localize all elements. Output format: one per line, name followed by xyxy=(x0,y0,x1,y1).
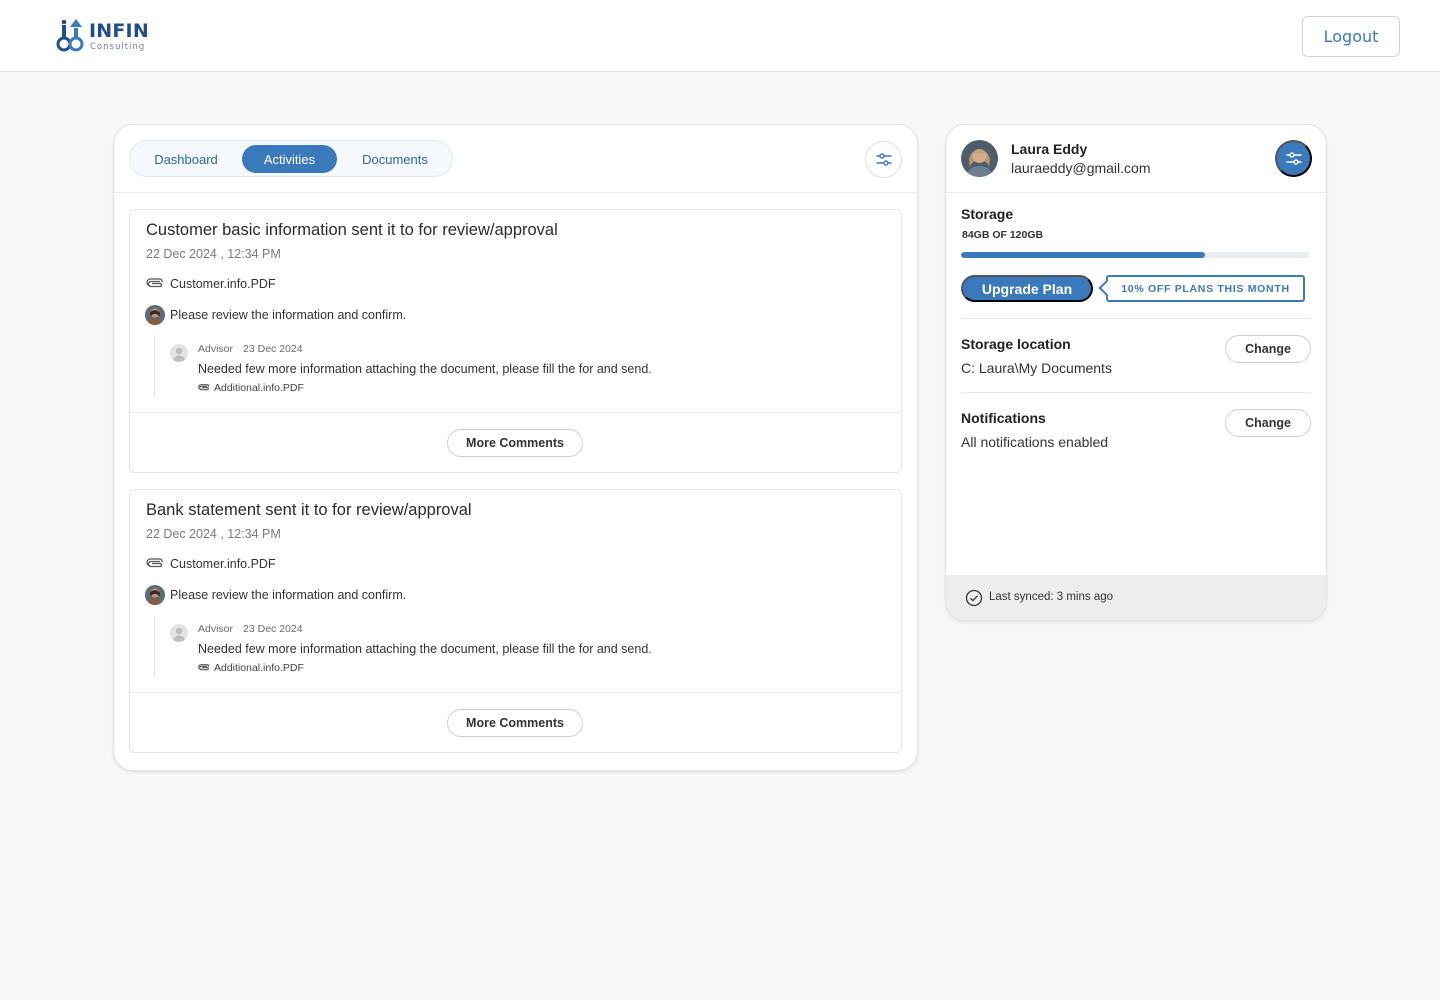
activity-message: Please review the information and confir… xyxy=(145,305,406,325)
divider xyxy=(961,392,1311,393)
reply-author: Advisor xyxy=(198,623,234,635)
logout-button[interactable]: Logout xyxy=(1302,16,1400,57)
tab-activities[interactable]: Activities xyxy=(242,145,337,173)
storage-progress-bar xyxy=(961,252,1309,258)
top-bar: INFIN Consulting Logout xyxy=(0,0,1440,72)
attachment-name: Customer.info.PDF xyxy=(170,557,276,571)
tab-dashboard[interactable]: Dashboard xyxy=(136,145,236,173)
notifications-title: Notifications xyxy=(961,410,1046,426)
reply-attachment-link[interactable]: Additional.info.PDF xyxy=(198,662,304,674)
change-storage-location-button[interactable]: Change xyxy=(1225,335,1311,363)
brand-logo[interactable]: INFIN Consulting xyxy=(55,19,155,55)
reply-comment: Advisor 23 Dec 2024 Needed few more infor… xyxy=(154,616,854,676)
notifications-value: All notifications enabled xyxy=(961,434,1109,450)
user-avatar xyxy=(145,305,165,325)
paperclip-icon xyxy=(146,558,163,568)
reply-attachment-link[interactable]: Additional.info.PDF xyxy=(198,382,304,394)
attachment-link[interactable]: Customer.info.PDF xyxy=(146,276,276,292)
reply-text: Needed few more information attaching th… xyxy=(198,642,652,656)
activity-footer: More Comments xyxy=(130,692,901,752)
storage-location-value: C: Laura\My Documents xyxy=(961,360,1112,376)
activity-message: Please review the information and confir… xyxy=(145,585,406,605)
last-synced-text: Last synced: 3 mins ago xyxy=(989,591,1114,603)
tab-documents[interactable]: Documents xyxy=(344,145,446,173)
reply-date: 23 Dec 2024 xyxy=(243,623,303,635)
reply-author: Advisor xyxy=(198,343,234,355)
upgrade-plan-button[interactable]: Upgrade Plan xyxy=(961,275,1093,302)
reply-text: Needed few more information attaching th… xyxy=(198,362,652,376)
storage-amount: 84GB OF 120GB xyxy=(962,229,1044,241)
activity-footer: More Comments xyxy=(130,412,901,472)
activity-date: 22 Dec 2024 , 12:34 PM xyxy=(146,527,281,541)
brand-name: INFIN xyxy=(89,20,149,42)
user-email: lauraeddy@gmail.com xyxy=(1011,160,1151,176)
paperclip-icon xyxy=(198,664,210,671)
paperclip-icon xyxy=(198,384,210,391)
advisor-avatar-icon xyxy=(170,624,188,642)
sliders-icon xyxy=(875,152,892,166)
promo-badge: 10% OFF PLANS THIS MONTH xyxy=(1106,275,1305,302)
activities-panel: Dashboard Activities Documents Customer … xyxy=(113,124,918,771)
reply-attachment-name: Additional.info.PDF xyxy=(214,382,304,394)
activity-title: Customer basic information sent it to fo… xyxy=(146,221,558,239)
tabs-header: Dashboard Activities Documents xyxy=(114,125,917,193)
storage-progress-fill xyxy=(961,252,1205,258)
sync-footer: Last synced: 3 mins ago xyxy=(946,575,1326,620)
change-notifications-button[interactable]: Change xyxy=(1225,409,1311,437)
activity-card: Bank statement sent it to for review/app… xyxy=(129,489,902,753)
check-circle-icon xyxy=(965,589,983,607)
filter-button[interactable] xyxy=(865,141,902,178)
profile-header: Laura Eddy lauraeddy@gmail.com xyxy=(946,125,1326,193)
profile-panel: Laura Eddy lauraeddy@gmail.com Storage 8… xyxy=(945,124,1327,621)
reply-meta: Advisor 23 Dec 2024 xyxy=(198,623,303,635)
message-text: Please review the information and confir… xyxy=(170,308,407,322)
advisor-avatar-icon xyxy=(170,344,188,362)
user-name: Laura Eddy xyxy=(1011,141,1088,157)
user-avatar xyxy=(145,585,165,605)
activity-title: Bank statement sent it to for review/app… xyxy=(146,501,472,519)
storage-location-title: Storage location xyxy=(961,336,1071,352)
reply-meta: Advisor 23 Dec 2024 xyxy=(198,343,303,355)
reply-comment: Advisor 23 Dec 2024 Needed few more infor… xyxy=(154,336,854,396)
brand-tagline: Consulting xyxy=(90,42,146,52)
sliders-icon xyxy=(1285,151,1302,165)
tab-bar: Dashboard Activities Documents xyxy=(129,140,453,177)
profile-settings-button[interactable] xyxy=(1275,140,1312,177)
reply-date: 23 Dec 2024 xyxy=(243,343,303,355)
infin-logo-icon xyxy=(56,19,84,52)
message-text: Please review the information and confir… xyxy=(170,588,407,602)
divider xyxy=(961,318,1311,319)
more-comments-button[interactable]: More Comments xyxy=(447,709,583,737)
profile-avatar[interactable] xyxy=(961,140,998,177)
attachment-link[interactable]: Customer.info.PDF xyxy=(146,556,276,572)
reply-attachment-name: Additional.info.PDF xyxy=(214,662,304,674)
activity-card: Customer basic information sent it to fo… xyxy=(129,209,902,473)
activity-date: 22 Dec 2024 , 12:34 PM xyxy=(146,247,281,261)
more-comments-button[interactable]: More Comments xyxy=(447,429,583,457)
paperclip-icon xyxy=(146,278,163,288)
attachment-name: Customer.info.PDF xyxy=(170,277,276,291)
storage-title: Storage xyxy=(961,206,1014,222)
